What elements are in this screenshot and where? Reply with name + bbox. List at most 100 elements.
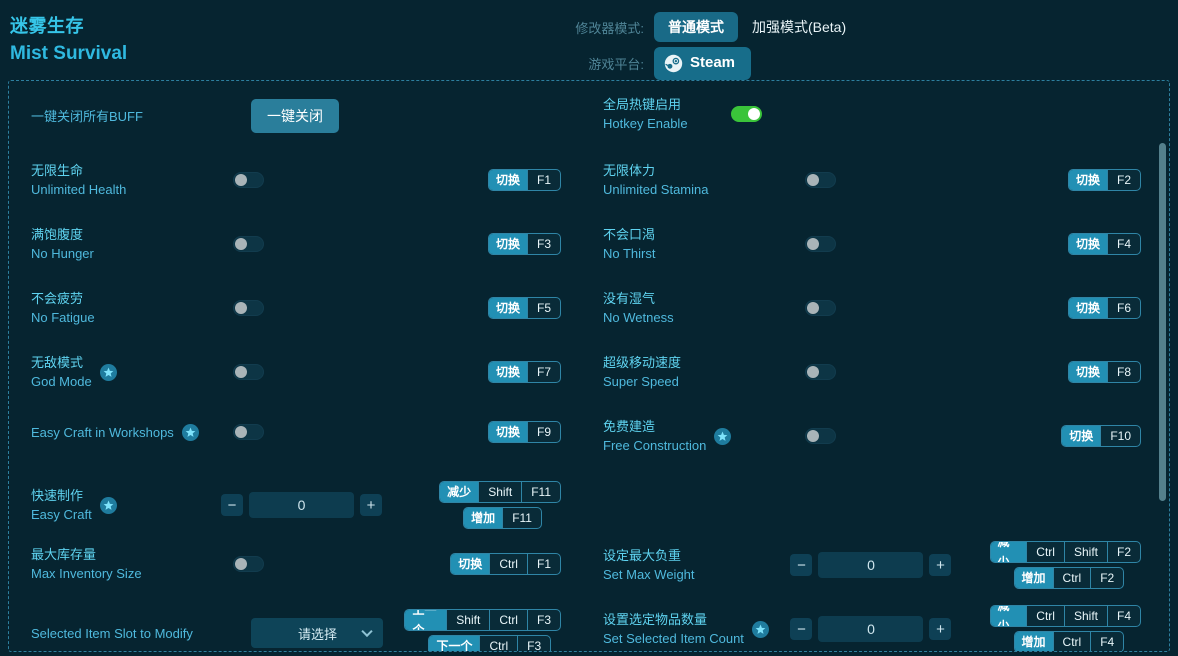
decrease-button[interactable]: − [790, 618, 812, 640]
value-field[interactable]: 0 [818, 552, 923, 578]
toggle-no-thirst[interactable] [805, 236, 836, 252]
cheat-label-no-hunger: 满饱腹度No Hunger [31, 225, 203, 263]
hotkey-badge[interactable]: 增加CtrlF4 [1014, 631, 1125, 652]
hotkey-key: F2 [1090, 568, 1123, 588]
hotkey-key: F3 [527, 234, 560, 254]
increase-button[interactable]: + [929, 618, 951, 640]
toggle-free-construction[interactable] [805, 428, 836, 444]
cheat-label-no-wetness: 没有湿气No Wetness [603, 289, 775, 327]
cheat-label-cn: 没有湿气 [603, 289, 674, 308]
mode-label: 修改器模式: [560, 18, 644, 37]
cheat-control-no-wetness [775, 300, 995, 316]
decrease-button[interactable]: − [790, 554, 812, 576]
cheat-label-en: Unlimited Health [31, 180, 126, 199]
increase-button[interactable]: + [360, 494, 382, 516]
scrollbar[interactable] [1158, 81, 1167, 651]
cheat-control-unlimited-health [203, 172, 423, 188]
cheat-label-cn: 无限体力 [603, 161, 709, 180]
hotkey-key: F2 [1107, 170, 1140, 190]
hotkey-badge[interactable]: 切换F5 [488, 297, 561, 319]
game-title-cn: 迷雾生存 [10, 14, 127, 38]
hotkey-key: F8 [1107, 362, 1140, 382]
toggle-easy-craft-in-workshops[interactable] [233, 424, 264, 440]
toggle-unlimited-stamina[interactable] [805, 172, 836, 188]
hotkey-key: F11 [521, 482, 560, 502]
cheat-label-en: Unlimited Stamina [603, 180, 709, 199]
cheat-label-easy-craft-in-workshops: Easy Craft in Workshops [31, 423, 203, 442]
hotkeys-max-inventory-size: 切换CtrlF1 [450, 553, 561, 575]
toggle-no-hunger[interactable] [233, 236, 264, 252]
hotkey-badge[interactable]: 切换F10 [1061, 425, 1141, 447]
decrease-button[interactable]: − [221, 494, 243, 516]
hotkey-badge[interactable]: 切换CtrlF1 [450, 553, 561, 575]
cheat-scroll-area: 一键关闭所有BUFF 一键关闭 全局热键启用 Hotkey Enable 无限生… [9, 81, 1169, 651]
value-field[interactable]: 0 [818, 616, 923, 642]
toggle-super-speed[interactable] [805, 364, 836, 380]
cheat-label-cn: 满饱腹度 [31, 225, 94, 244]
cheat-label-text: 满饱腹度No Hunger [31, 225, 94, 263]
hotkey-key: F4 [1090, 632, 1123, 652]
toggle-max-inventory-size[interactable] [233, 556, 264, 572]
cheat-label-cn: 不会口渴 [603, 225, 656, 244]
dropdown-selected-item-slot-to-modify[interactable]: 请选择 [251, 618, 383, 648]
mode-normal-button[interactable]: 普通模式 [654, 12, 738, 42]
hotkey-badge[interactable]: 减少CtrlShiftF2 [990, 541, 1141, 563]
toggle-no-wetness[interactable] [805, 300, 836, 316]
cheat-row-god-mode: 无敌模式God Mode 切换F7 [31, 353, 561, 391]
hotkeys-no-fatigue: 切换F5 [488, 297, 561, 319]
hotkey-badge[interactable]: 增加CtrlF2 [1014, 567, 1125, 589]
hotkey-badge[interactable]: 下一个CtrlF3 [428, 635, 551, 652]
hotkeys-unlimited-stamina: 切换F2 [1068, 169, 1141, 191]
hotkey-key: F6 [1107, 298, 1140, 318]
cheat-row-easy-craft: 快速制作Easy Craft−0+减少ShiftF11增加F11 [31, 481, 561, 529]
stepper-set-max-weight: −0 + [790, 552, 951, 578]
cheat-label-en: Max Inventory Size [31, 564, 142, 583]
cheat-label-god-mode: 无敌模式God Mode [31, 353, 203, 391]
toggle-knob [807, 430, 819, 442]
mode-enhanced-button[interactable]: 加强模式(Beta) [738, 12, 860, 42]
hotkey-badge[interactable]: 切换F6 [1068, 297, 1141, 319]
toggle-knob [807, 302, 819, 314]
mode-row: 修改器模式: 普通模式 加强模式(Beta) [560, 10, 860, 44]
close-all-buffs-button[interactable]: 一键关闭 [251, 99, 339, 133]
cheat-row-unlimited-stamina: 无限体力Unlimited Stamina 切换F2 [603, 161, 1141, 199]
platform-steam-button[interactable]: Steam [654, 47, 751, 80]
hotkey-key: Ctrl [1026, 542, 1064, 562]
hotkey-badge[interactable]: 增加F11 [463, 507, 542, 529]
hotkey-badge[interactable]: 切换F2 [1068, 169, 1141, 191]
cheat-control-easy-craft: −0 + [203, 492, 423, 518]
cheat-label-max-inventory-size: 最大库存量Max Inventory Size [31, 545, 203, 583]
hotkey-badge[interactable]: 切换F4 [1068, 233, 1141, 255]
hotkey-badge[interactable]: 上一个ShiftCtrlF3 [404, 609, 561, 631]
hotkey-badge[interactable]: 切换F3 [488, 233, 561, 255]
toggle-unlimited-health[interactable] [233, 172, 264, 188]
hotkey-action: 切换 [451, 554, 489, 574]
hotkey-badge[interactable]: 减少CtrlShiftF4 [990, 605, 1141, 627]
hotkey-enable-toggle[interactable] [731, 106, 762, 122]
platform-label: 游戏平台: [560, 54, 644, 73]
increase-button[interactable]: + [929, 554, 951, 576]
hotkey-badge[interactable]: 切换F1 [488, 169, 561, 191]
hotkey-key: Ctrl [479, 636, 517, 652]
hotkey-badge[interactable]: 切换F9 [488, 421, 561, 443]
premium-star-icon [752, 621, 769, 638]
hotkey-badge[interactable]: 切换F7 [488, 361, 561, 383]
cheat-label-cn: 超级移动速度 [603, 353, 681, 372]
scrollbar-thumb[interactable] [1159, 143, 1166, 501]
cheat-label-en: No Thirst [603, 244, 656, 263]
cheat-row-no-hunger: 满饱腹度No Hunger 切换F3 [31, 225, 561, 263]
hotkey-key: F2 [1107, 542, 1140, 562]
hotkey-badge[interactable]: 减少ShiftF11 [439, 481, 561, 503]
toggle-knob [807, 366, 819, 378]
cheat-label-text: 不会口渴No Thirst [603, 225, 656, 263]
cheat-label-en: Selected Item Slot to Modify [31, 624, 193, 643]
cheat-row-no-thirst: 不会口渴No Thirst 切换F4 [603, 225, 1141, 263]
toggle-no-fatigue[interactable] [233, 300, 264, 316]
value-field[interactable]: 0 [249, 492, 354, 518]
cheat-control-easy-craft-in-workshops [203, 424, 423, 440]
stepper-set-selected-item-count: −0 + [790, 616, 951, 642]
hotkey-badge[interactable]: 切换F8 [1068, 361, 1141, 383]
toggle-god-mode[interactable] [233, 364, 264, 380]
hotkey-action: 减少 [991, 606, 1027, 626]
toggle-knob [235, 238, 247, 250]
